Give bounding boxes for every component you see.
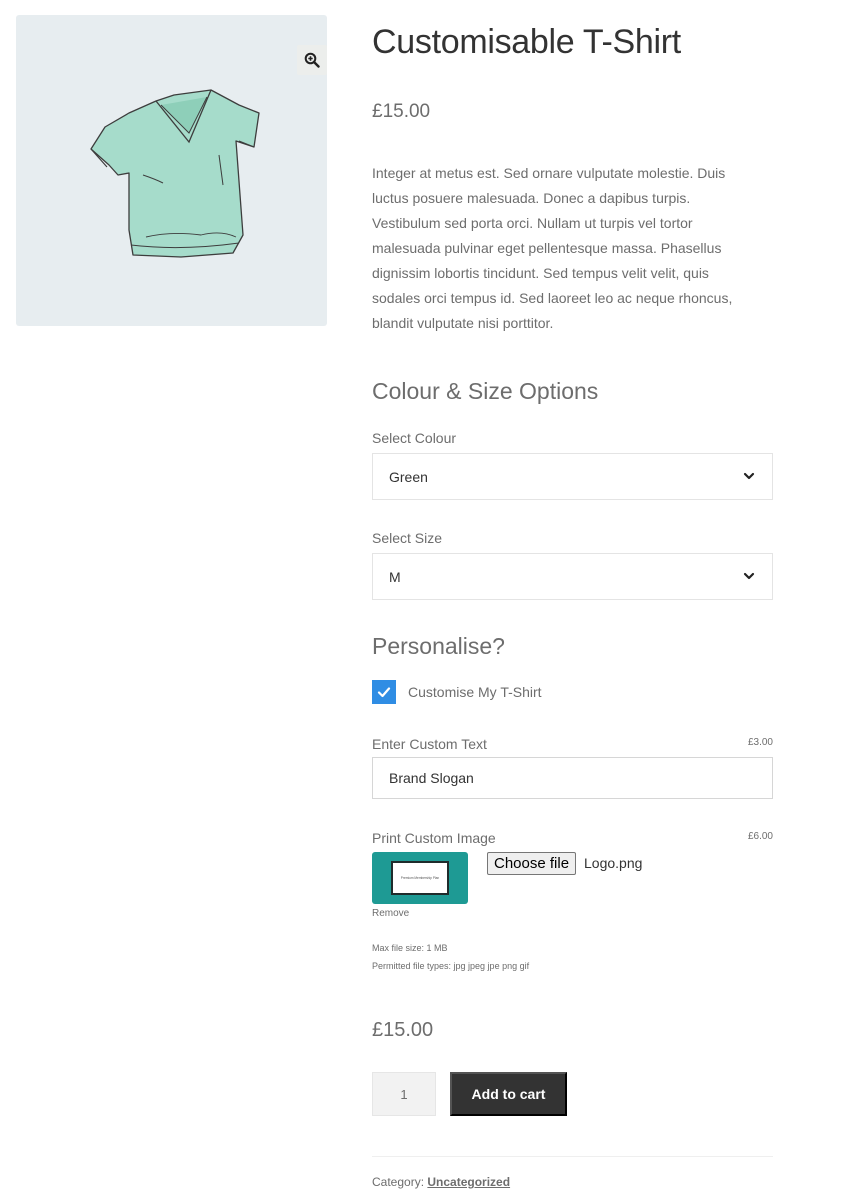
quantity-value: 1 (400, 1086, 408, 1102)
custom-image-price: £6.00 (747, 831, 773, 842)
thumbnail-text: Premium Membership Plan (400, 876, 440, 880)
options-heading: Colour & Size Options (372, 378, 599, 404)
customise-checkbox[interactable] (372, 680, 396, 704)
product-price: £15.00 (372, 101, 431, 122)
category-label: Category: (372, 1175, 425, 1189)
chevron-down-icon (743, 472, 755, 480)
custom-text-label: Enter Custom Text (372, 736, 487, 752)
add-to-cart-button[interactable]: Add to cart (450, 1072, 567, 1116)
zoom-in-icon (304, 52, 320, 68)
colour-label: Select Colour (372, 430, 457, 446)
divider (372, 1156, 773, 1157)
choose-file-button[interactable]: Choose file (487, 852, 577, 875)
colour-select-value: Green (389, 468, 428, 485)
category-link[interactable]: Uncategorized (427, 1175, 510, 1189)
custom-text-value: Brand Slogan (389, 770, 474, 786)
chevron-down-icon (743, 572, 755, 580)
customise-checkbox-row[interactable]: Customise My T-Shirt (372, 680, 542, 704)
customise-checkbox-label: Customise My T-Shirt (408, 684, 542, 700)
product-gallery (16, 15, 327, 326)
permitted-file-types: Permitted file types: jpg jpeg jpe png g… (372, 961, 530, 971)
remove-image-link[interactable]: Remove (372, 908, 409, 919)
size-label: Select Size (372, 530, 443, 546)
checkmark-icon (377, 687, 391, 698)
quantity-input[interactable]: 1 (372, 1072, 436, 1116)
zoom-button[interactable] (297, 45, 327, 75)
tshirt-image[interactable] (71, 85, 291, 285)
custom-text-input[interactable]: Brand Slogan (372, 757, 773, 799)
personalise-heading: Personalise? (372, 633, 505, 659)
product-description: Integer at metus est. Sed ornare vulputa… (372, 165, 733, 331)
total-price: £15.00 (372, 1019, 434, 1041)
uploaded-image-thumbnail: Premium Membership Plan (372, 852, 468, 904)
max-file-size: Max file size: 1 MB (372, 943, 448, 953)
selected-file-name: Logo.png (584, 855, 643, 871)
custom-text-price: £3.00 (747, 737, 773, 748)
product-title: Customisable T-Shirt (372, 23, 681, 61)
size-select-value: M (389, 568, 401, 585)
size-select[interactable]: M (372, 553, 773, 600)
colour-select[interactable]: Green (372, 453, 773, 500)
custom-image-label: Print Custom Image (372, 830, 496, 846)
thumbnail-preview: Premium Membership Plan (391, 861, 449, 895)
product-meta: Category: Uncategorized (372, 1175, 510, 1189)
